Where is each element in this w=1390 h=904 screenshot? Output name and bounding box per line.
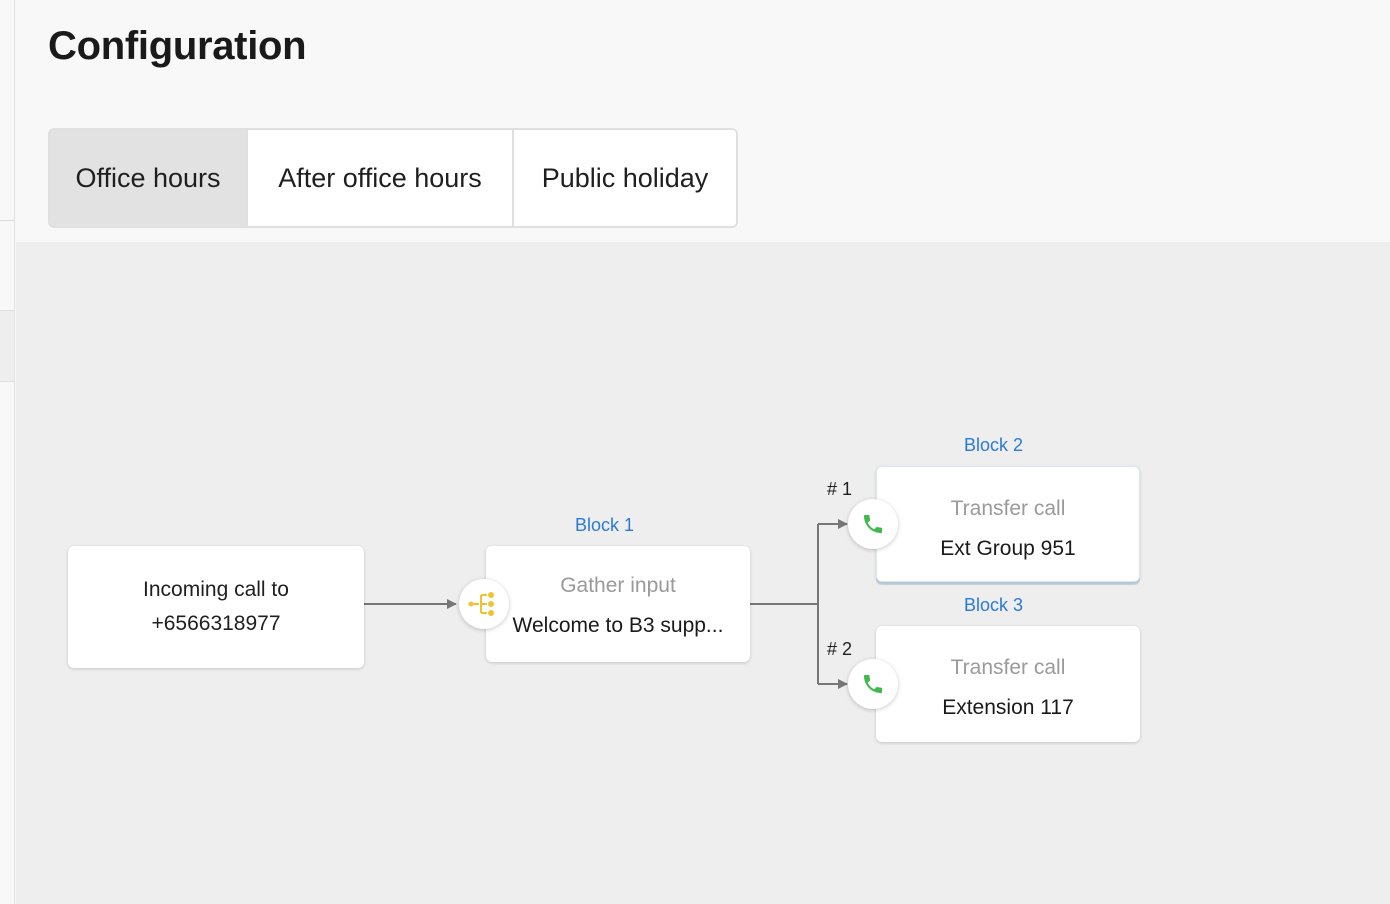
block-3-value: Extension 117	[942, 696, 1074, 719]
gather-input-icon	[459, 579, 509, 629]
block-1-label: Block 1	[575, 515, 635, 535]
left-rail	[0, 0, 15, 904]
flow-canvas[interactable]: Incoming call to +6566318977 Block 1 Gat…	[16, 242, 1390, 904]
block-3-label: Block 3	[964, 595, 1024, 615]
tab-office-hours[interactable]: Office hours	[50, 130, 248, 226]
branch-2-key: # 2	[827, 639, 853, 659]
tab-after-office-hours[interactable]: After office hours	[248, 130, 514, 226]
incoming-call-number: +6566318977	[151, 612, 281, 635]
incoming-call-label: Incoming call to	[143, 578, 289, 601]
block-1-node[interactable]: Gather input Welcome to B3 supp...	[486, 546, 750, 662]
page-title: Configuration	[48, 24, 307, 68]
block-3-type: Transfer call	[950, 656, 1066, 679]
rail-selected-item[interactable]	[0, 310, 14, 382]
block-2-type: Transfer call	[950, 497, 1066, 520]
schedule-tabs: Office hours After office hours Public h…	[48, 128, 738, 228]
rail-divider	[0, 220, 14, 221]
block-3-node[interactable]: Transfer call Extension 117	[876, 626, 1140, 742]
block-1-type: Gather input	[560, 574, 676, 597]
phone-icon	[848, 659, 898, 709]
block-2-value: Ext Group 951	[940, 537, 1076, 560]
block-1-value: Welcome to B3 supp...	[512, 614, 724, 637]
incoming-call-node[interactable]: Incoming call to +6566318977	[68, 546, 364, 668]
branch-1-key: # 1	[827, 479, 853, 499]
tab-public-holiday[interactable]: Public holiday	[514, 130, 736, 226]
block-2-node[interactable]: Transfer call Ext Group 951	[876, 466, 1140, 582]
phone-icon	[848, 499, 898, 549]
block-2-label: Block 2	[964, 435, 1024, 455]
